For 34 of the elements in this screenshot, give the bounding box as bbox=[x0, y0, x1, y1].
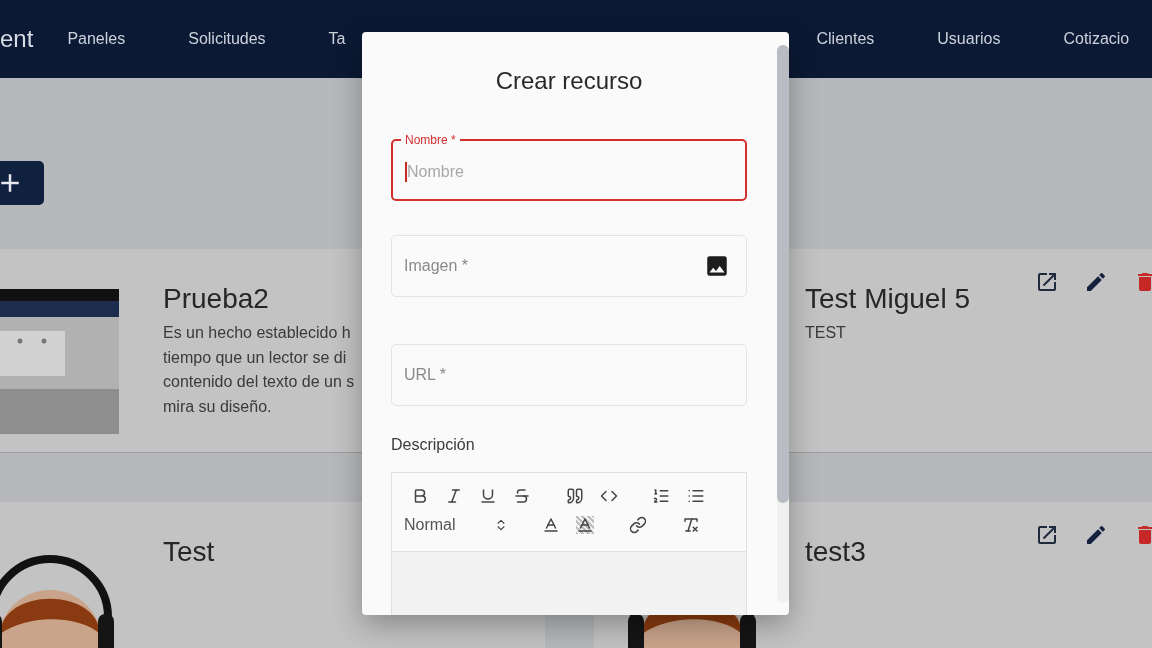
text-color-icon[interactable] bbox=[541, 515, 561, 535]
card-title: test3 bbox=[805, 536, 866, 568]
card-description: Es un hecho establecido h bbox=[163, 323, 351, 343]
nav-link[interactable]: Clientes bbox=[816, 30, 875, 48]
text-input[interactable]: Nombre bbox=[407, 163, 733, 181]
nav-link[interactable]: Cotizacio bbox=[1063, 30, 1130, 48]
nav-link[interactable]: Solicitudes bbox=[188, 30, 266, 48]
brand-logo-text[interactable]: ent bbox=[0, 25, 34, 53]
edit-icon[interactable] bbox=[1084, 523, 1108, 547]
card-description: contenido del texto de un s bbox=[163, 372, 355, 392]
card-title: Test bbox=[163, 536, 215, 568]
card-title: Test Miguel 5 bbox=[805, 283, 970, 315]
nav-link[interactable]: Paneles bbox=[67, 30, 126, 48]
quote-icon[interactable] bbox=[565, 486, 585, 506]
card-title: Prueba2 bbox=[163, 283, 269, 315]
card-description: mira su diseño. bbox=[163, 396, 272, 417]
image-icon[interactable] bbox=[704, 253, 730, 279]
edit-icon[interactable] bbox=[1084, 270, 1108, 294]
field-label: Descripción bbox=[391, 436, 476, 454]
highlight-icon[interactable] bbox=[575, 515, 595, 535]
card-description: TEST bbox=[805, 323, 846, 343]
dialog-title: Crear recurso bbox=[494, 67, 644, 95]
clear-format-icon[interactable] bbox=[681, 515, 701, 535]
format-select[interactable]: Normal bbox=[404, 516, 508, 534]
underline-icon[interactable] bbox=[478, 486, 498, 506]
nav-link[interactable]: Ta bbox=[328, 30, 346, 48]
strikethrough-icon[interactable] bbox=[512, 486, 532, 506]
open-link-icon[interactable] bbox=[1035, 270, 1059, 294]
link-icon[interactable] bbox=[628, 515, 648, 535]
scrollbar-thumb[interactable] bbox=[777, 45, 789, 503]
open-link-icon[interactable] bbox=[1035, 523, 1059, 547]
nav-link[interactable]: Usuarios bbox=[937, 30, 1001, 48]
numbered-list-icon[interactable] bbox=[651, 486, 671, 506]
card-description: tiempo que un lector se di bbox=[163, 347, 347, 368]
